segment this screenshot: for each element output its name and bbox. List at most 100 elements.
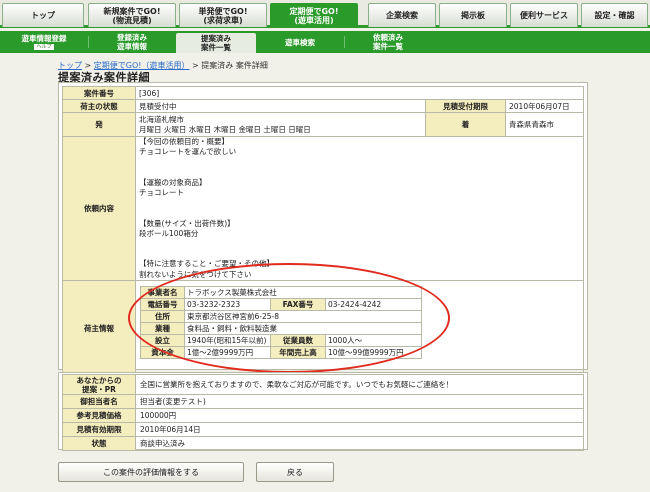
help-badge[interactable]: ヘルプ — [34, 44, 54, 50]
evaluate-button[interactable]: この案件の評価情報をする — [58, 462, 244, 482]
fax-value: 03-2424-4242 — [325, 297, 422, 311]
pr-value: 全国に営業所を抱えておりますので、柔軟なご対応が可能です。いつでもお気軽にご連絡… — [135, 374, 584, 395]
subnav-sublabel: 案件一覧 — [373, 42, 403, 51]
price-label: 参考見積価格 — [62, 408, 136, 423]
employees-label: 従業員数 — [270, 333, 326, 347]
request-line: 【特に注意すること・ご要望・その他】 — [139, 259, 274, 269]
subnav-divider — [88, 36, 89, 48]
sales-label: 年間売上高 — [270, 345, 326, 359]
proposal-table: あなたからの 提案・PR 全国に営業所を抱えておりますので、柔軟なご対応が可能で… — [62, 374, 584, 451]
subnav-label: 依頼済み — [373, 33, 403, 42]
request-line: 【数量(サイズ・出荷件数)】 — [139, 218, 235, 228]
nav-tab-services[interactable]: 便利サービス — [510, 3, 578, 27]
origin-value: 北海道札幌市 月曜日 火曜日 水曜日 木曜日 金曜日 土曜日 日曜日 — [135, 112, 426, 137]
nav-tab-new-case[interactable]: 新規案件でGO! (物流見積) — [88, 3, 176, 27]
state-value: 商談申込済み — [135, 436, 584, 451]
representative-label: 御担当者名 — [62, 394, 136, 409]
destination-value: 青森県青森市 — [505, 112, 584, 137]
subnav-register[interactable]: 遊車情報登録 ヘルプ — [4, 31, 84, 53]
pr-label-line1: あなたからの — [76, 375, 122, 385]
founded-label: 設立 — [140, 333, 185, 347]
origin-label: 発 — [62, 112, 136, 137]
destination-label: 着 — [425, 112, 506, 137]
nav-tab-label: 便利サービス — [520, 11, 568, 20]
subnav-label: 遊車情報登録 — [21, 34, 67, 43]
address-value: 東京都渋谷区神宮前6-25-8 — [184, 309, 422, 323]
subnav-search[interactable]: 遊車検索 — [260, 31, 340, 53]
fax-label: FAX番号 — [270, 297, 326, 311]
validity-label: 見積有効期限 — [62, 422, 136, 437]
company-name-value: トラボックス製菓株式会社 — [184, 285, 422, 299]
request-line: 【今回の依頼目的・概要】 — [139, 137, 229, 146]
state-label: 状態 — [62, 436, 136, 451]
subnav-label: 登録済み — [117, 33, 147, 42]
request-line: 割れないように気をつけて下さい — [139, 269, 252, 279]
nav-tab-top[interactable]: トップ — [2, 3, 84, 27]
nav-tab-label: 新規案件でGO! — [103, 6, 161, 16]
breadcrumb-current: 提案済み 案件詳細 — [201, 61, 268, 70]
request-line: チョコレートを運んで欲しい — [139, 147, 237, 157]
nav-tab-label: 企業検索 — [386, 11, 418, 20]
subnav-sublabel: 案件一覧 — [201, 43, 231, 52]
sales-value: 10億〜99億9999万円 — [325, 345, 422, 359]
origin-city: 北海道札幌市 — [139, 114, 184, 124]
shipper-info-table: 事業者名 トラボックス製菓株式会社 電話番号 03-3232-2323 FAX番… — [140, 285, 422, 359]
request-line — [139, 157, 580, 167]
subnav-label: 提案済み — [201, 34, 231, 43]
shipper-info-label: 荷主情報 — [62, 279, 136, 377]
case-number-label: 案件番号 — [62, 86, 136, 100]
nav-tab-label: 設定・確認 — [594, 11, 635, 20]
nav-tab-sublabel: (物流見積) — [112, 15, 152, 25]
request-line — [139, 198, 580, 208]
subnav-sublabel: 遊車情報 — [117, 42, 147, 51]
sub-navigation: 遊車情報登録 ヘルプ 登録済み 遊車情報 提案済み 案件一覧 遊車検索 依頼済み… — [0, 31, 650, 53]
request-line: 【運搬の対象商品】 — [139, 177, 207, 187]
nav-tab-single-trip[interactable]: 単発便でGO! (求荷求車) — [179, 3, 267, 27]
capital-value: 1億〜2億9999万円 — [184, 345, 271, 359]
nav-tab-sublabel: (遊車活用) — [294, 15, 334, 25]
breadcrumb-separator: > — [189, 61, 202, 70]
detail-table: 案件番号 [306] 荷主の状態 見積受付中 見積受付期限 2010年06月07… — [62, 86, 584, 377]
founded-value: 1940年(昭和15年以前) — [184, 333, 271, 347]
subnav-proposed[interactable]: 提案済み 案件一覧 — [176, 33, 256, 53]
request-line — [139, 239, 580, 249]
nav-tab-label: 単発便でGO! — [198, 6, 248, 16]
nav-tab-regular-trip[interactable]: 定期便でGO! (遊車活用) — [270, 3, 358, 27]
nav-tab-settings[interactable]: 設定・確認 — [581, 3, 648, 27]
deadline-label: 見積受付期限 — [425, 99, 506, 113]
validity-value: 2010年06月14日 — [135, 422, 584, 437]
industry-value: 食料品・飼料・飲料製造業 — [184, 321, 422, 335]
request-line: チョコレート — [139, 188, 184, 198]
case-number-value: [306] — [135, 86, 584, 100]
request-content: 【今回の依頼目的・概要】 チョコレートを運んで欲しい 【運搬の対象商品】 チョコ… — [135, 136, 584, 281]
back-button[interactable]: 戻る — [256, 462, 334, 482]
shipper-info-cell: 事業者名 トラボックス製菓株式会社 電話番号 03-3232-2323 FAX番… — [135, 279, 584, 377]
request-label: 依頼内容 — [62, 136, 136, 281]
shipper-status-label: 荷主の状態 — [62, 99, 136, 113]
request-line — [139, 249, 580, 259]
request-line: 段ボール100箱分 — [139, 228, 199, 238]
subnav-registered[interactable]: 登録済み 遊車情報 — [92, 31, 172, 53]
pr-label-line2: 提案・PR — [82, 384, 116, 394]
industry-label: 業種 — [140, 321, 185, 335]
subnav-divider — [344, 36, 345, 48]
nav-tab-company-search[interactable]: 企業検索 — [368, 3, 436, 27]
nav-tab-label: 掲示板 — [461, 11, 485, 20]
address-label: 住所 — [140, 309, 185, 323]
nav-tab-sublabel: (求荷求車) — [203, 15, 243, 25]
origin-days: 月曜日 火曜日 水曜日 木曜日 金曜日 土曜日 日曜日 — [139, 124, 311, 134]
company-name-label: 事業者名 — [140, 285, 185, 299]
nav-tab-label: 定期便でGO! — [289, 6, 339, 16]
request-line — [139, 168, 580, 178]
phone-value: 03-3232-2323 — [184, 297, 271, 311]
top-navigation: トップ 新規案件でGO! (物流見積) 単発便でGO! (求荷求車) 定期便でGO!… — [0, 0, 650, 28]
capital-label: 資本金 — [140, 345, 185, 359]
deadline-value: 2010年06月07日 — [505, 99, 584, 113]
nav-tab-label: トップ — [31, 11, 55, 20]
subnav-requested[interactable]: 依頼済み 案件一覧 — [348, 31, 428, 53]
nav-tab-bbs[interactable]: 掲示板 — [439, 3, 507, 27]
phone-label: 電話番号 — [140, 297, 185, 311]
price-value: 100000円 — [135, 408, 584, 423]
shipper-status-value: 見積受付中 — [135, 99, 426, 113]
pr-label: あなたからの 提案・PR — [62, 374, 136, 395]
